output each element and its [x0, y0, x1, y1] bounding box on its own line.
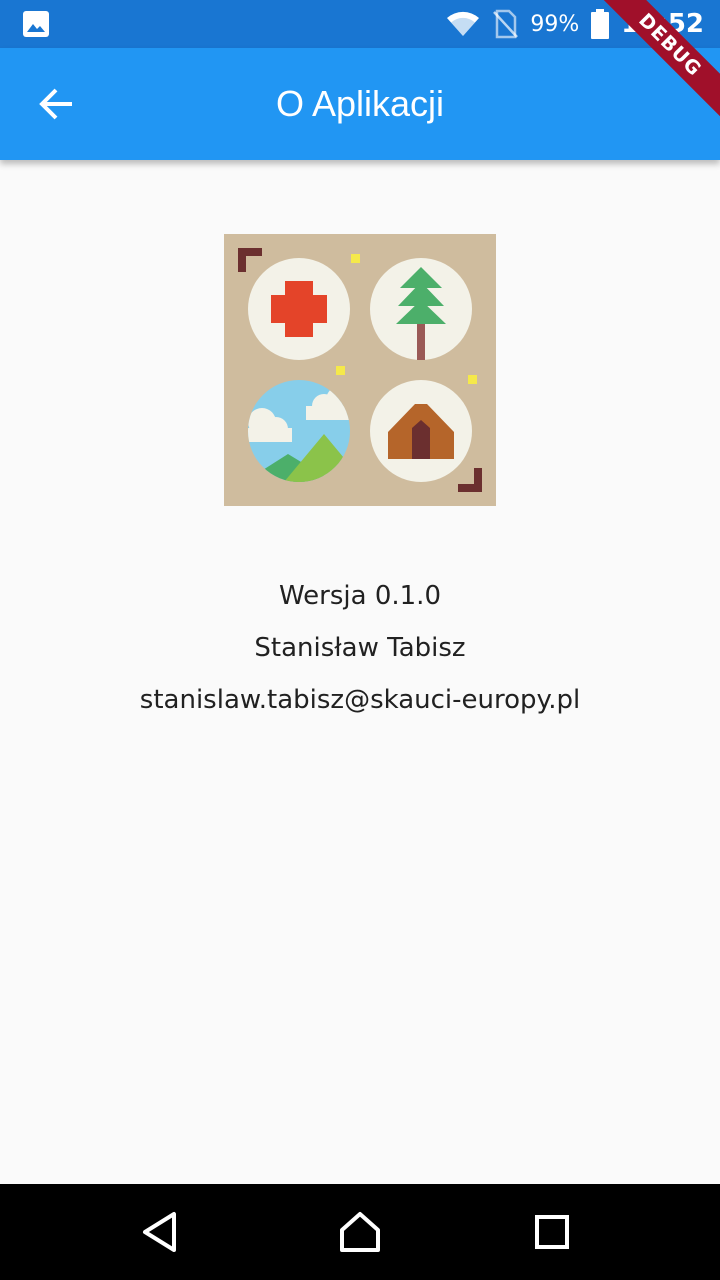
- home-icon: [340, 1212, 380, 1252]
- battery-percent: 99%: [530, 11, 580, 37]
- app-info: Wersja 0.1.0 Stanisław Tabisz stanislaw.…: [0, 572, 720, 728]
- arrow-back-icon: [39, 88, 72, 120]
- author-email: stanislaw.tabisz@skauci-europy.pl: [139, 685, 581, 715]
- no-sim-icon: [493, 9, 519, 39]
- scout-badges-logo: [224, 234, 496, 506]
- recents-square-icon: [535, 1215, 569, 1249]
- status-bar: 99% 14:52: [0, 0, 720, 48]
- image-icon: [23, 11, 49, 37]
- nav-home-button[interactable]: [312, 1184, 408, 1280]
- system-nav-bar: [0, 1184, 720, 1280]
- page-title: O Aplikacji: [275, 83, 445, 124]
- app-bar: O Aplikacji: [0, 48, 720, 160]
- battery-icon: [591, 9, 610, 39]
- back-button[interactable]: [20, 68, 92, 140]
- nav-recents-button[interactable]: [504, 1184, 600, 1280]
- wifi-icon: [447, 11, 480, 37]
- status-time: 14:52: [621, 9, 704, 39]
- author-name: Stanisław Tabisz: [254, 633, 466, 663]
- version-text: Wersja 0.1.0: [279, 581, 441, 611]
- nav-back-button[interactable]: [112, 1184, 208, 1280]
- back-triangle-icon: [143, 1212, 176, 1252]
